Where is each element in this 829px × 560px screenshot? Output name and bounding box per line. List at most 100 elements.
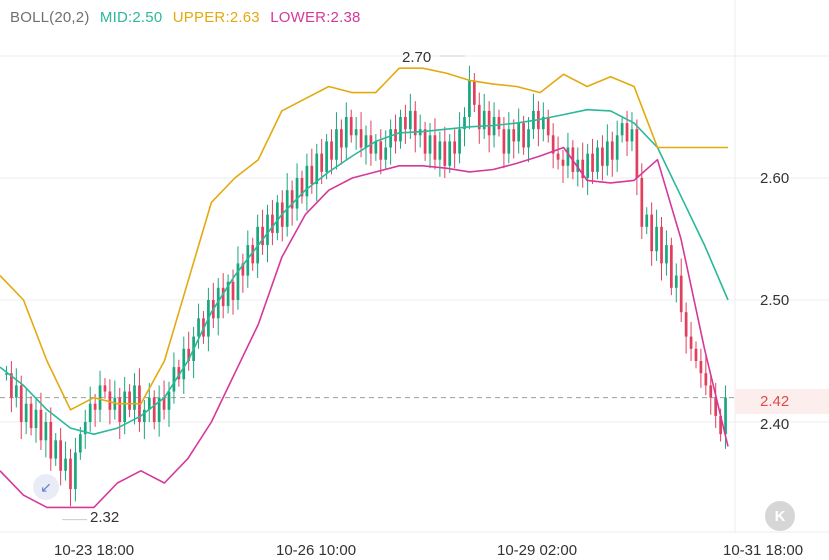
candle-body xyxy=(566,147,570,166)
x-tick-label: 10-29 02:00 xyxy=(497,542,578,559)
candle-body xyxy=(379,141,383,160)
candle-body xyxy=(305,165,309,197)
candlestick-chart: BOLL(20,2) MID:2.50 UPPER:2.63 LOWER:2.3… xyxy=(0,0,829,560)
candle-body xyxy=(586,153,589,178)
candle-body xyxy=(704,373,708,386)
candle-body xyxy=(359,129,363,148)
candle-body xyxy=(502,129,506,154)
candle-body xyxy=(468,80,471,117)
x-tick-label: 10-31 18:00 xyxy=(723,542,804,559)
candle-body xyxy=(271,214,274,233)
candle-body xyxy=(310,165,314,185)
candle-body xyxy=(699,361,703,374)
candle-body xyxy=(615,135,619,160)
candle-body xyxy=(118,397,122,422)
candle-body xyxy=(325,141,328,172)
collapse-button[interactable]: K xyxy=(765,501,795,531)
legend-upper: UPPER:2.63 xyxy=(172,9,260,26)
candle-body xyxy=(335,129,338,160)
candle-body xyxy=(472,80,476,105)
candle-body xyxy=(78,434,82,453)
candle-body xyxy=(231,281,235,300)
candle-body xyxy=(522,123,525,148)
candle-body xyxy=(428,135,432,154)
series-line-mid xyxy=(0,108,729,436)
candle-body xyxy=(650,214,654,252)
candle-body xyxy=(517,123,521,142)
candle-body xyxy=(689,336,693,349)
candle-body xyxy=(49,422,53,459)
candle-body xyxy=(88,403,92,422)
last-price-label: 2.42 xyxy=(760,393,790,410)
candle-body xyxy=(601,147,604,166)
x-tick-label: 10-23 18:00 xyxy=(54,542,135,559)
candle-body xyxy=(561,159,565,166)
candle-body xyxy=(172,367,176,392)
candle-body xyxy=(39,409,43,441)
zoom-out-button[interactable]: ↙ xyxy=(33,474,59,500)
candle-body xyxy=(399,117,402,142)
candle-body xyxy=(546,117,550,136)
candle-body xyxy=(364,135,368,148)
candle-body xyxy=(389,129,392,148)
y-tick-label: 2.60 xyxy=(760,170,790,187)
candle-body xyxy=(384,147,388,160)
candle-body xyxy=(684,312,688,337)
candle-body xyxy=(527,129,530,148)
candle-body xyxy=(630,129,634,142)
candle-body xyxy=(59,440,62,471)
candle-body xyxy=(44,422,48,441)
candle-body xyxy=(354,129,358,136)
candle-body xyxy=(443,141,447,166)
candle-body xyxy=(596,147,599,172)
legend-indicator-name: BOLL(20,2) xyxy=(10,9,90,26)
x-tick-label: 10-26 10:00 xyxy=(276,542,357,559)
candle-body xyxy=(236,263,240,300)
candle-body xyxy=(182,348,186,380)
chart-canvas xyxy=(0,0,829,533)
candle-body xyxy=(123,391,127,422)
candle-body xyxy=(591,153,594,172)
candle-body xyxy=(266,214,269,246)
candle-body xyxy=(487,110,491,136)
candle-body xyxy=(34,409,38,429)
legend-mid: MID:2.50 xyxy=(99,9,163,26)
candle-body xyxy=(640,178,644,227)
candle-body xyxy=(344,117,348,148)
candle-body xyxy=(14,385,18,398)
candle-body xyxy=(19,385,23,422)
candle-body xyxy=(404,117,407,130)
k-icon: K xyxy=(774,507,786,525)
candle-body xyxy=(340,129,343,148)
series-line-upper xyxy=(0,67,728,411)
candle-body xyxy=(315,153,319,185)
candle-body xyxy=(349,117,353,136)
candle-body xyxy=(408,110,412,130)
y-tick-label: 2.50 xyxy=(760,292,790,309)
candle-body xyxy=(221,287,225,307)
candle-body xyxy=(709,385,713,398)
candle-body xyxy=(679,275,683,313)
candle-body xyxy=(605,141,609,166)
candle-body xyxy=(152,397,156,422)
candle-body xyxy=(423,129,427,154)
candle-body xyxy=(625,123,629,142)
candle-body xyxy=(610,141,614,160)
low-price-annotation: 2.32 xyxy=(90,509,120,526)
candle-body xyxy=(512,129,516,142)
candle-body xyxy=(24,403,28,422)
candle-body xyxy=(74,452,77,490)
candle-body xyxy=(374,141,378,154)
candle-body xyxy=(507,129,511,154)
candle-body xyxy=(620,123,624,136)
candle-body xyxy=(458,129,461,154)
candle-body xyxy=(108,391,112,410)
candle-body xyxy=(438,141,442,160)
candle-body xyxy=(275,202,279,233)
candle-body xyxy=(645,214,649,227)
candle-body xyxy=(497,117,501,130)
candle-body xyxy=(320,153,324,172)
candle-body xyxy=(665,245,668,264)
candle-body xyxy=(556,153,560,160)
candle-body xyxy=(261,226,264,246)
